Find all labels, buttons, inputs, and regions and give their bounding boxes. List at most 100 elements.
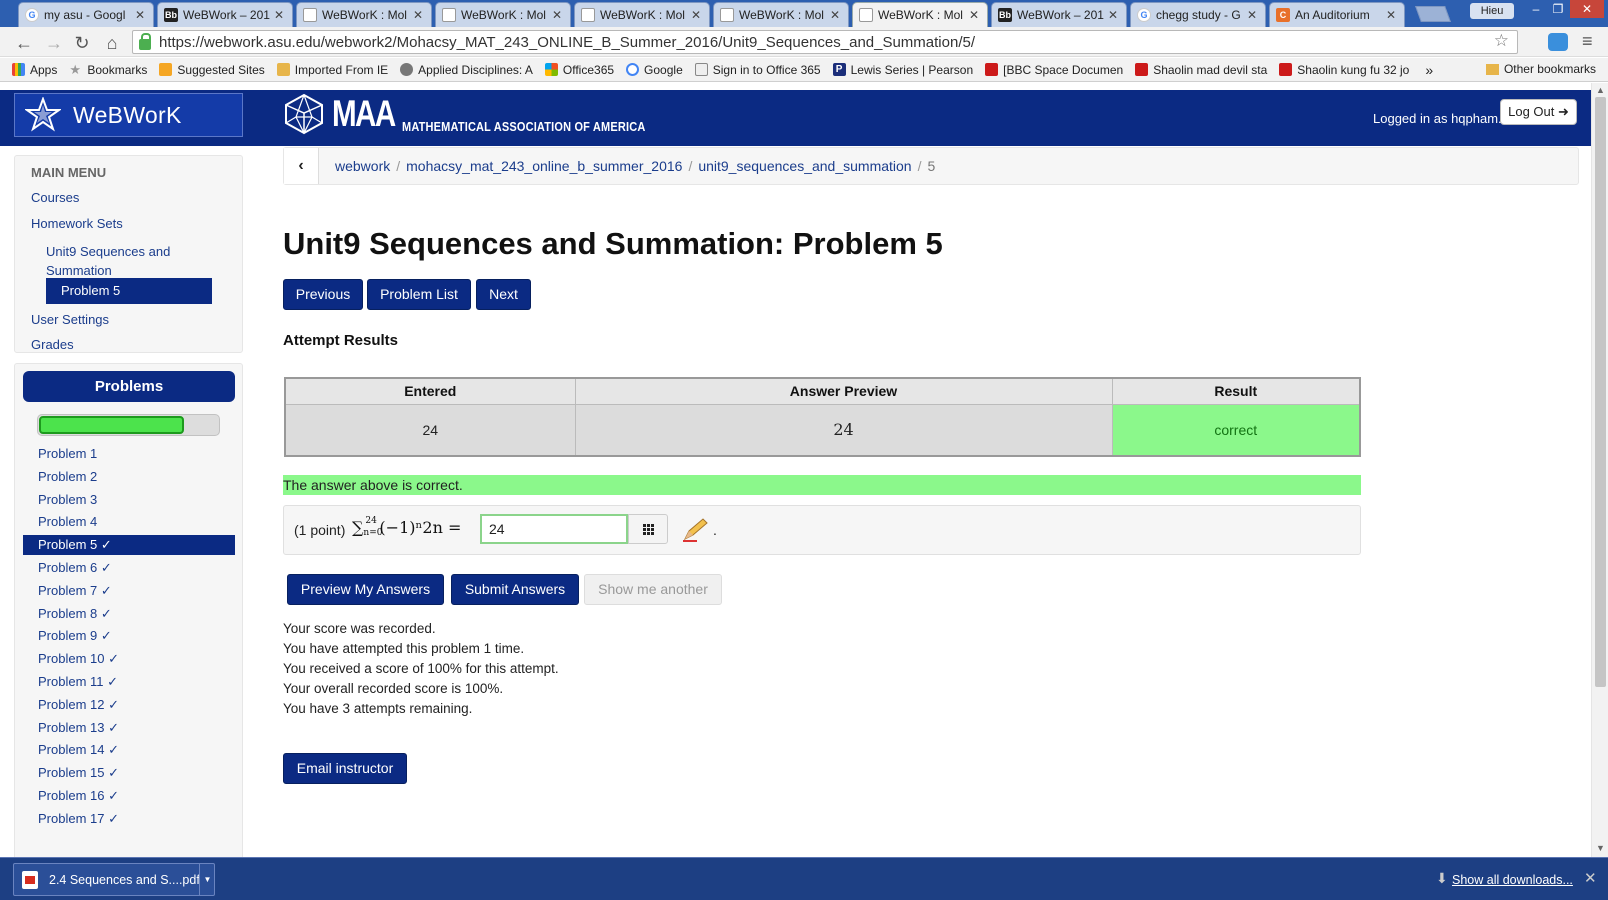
breadcrumb-separator: /: [396, 158, 401, 174]
menu-link-current-problem[interactable]: Problem 5: [46, 278, 212, 304]
browser-tab[interactable]: WeBWorK : Mol ✕: [296, 2, 432, 27]
browser-tab[interactable]: WeBWorK : Mol ✕: [852, 2, 988, 27]
bookmark-item[interactable]: Google: [626, 63, 683, 77]
browser-tab[interactable]: WeBWorK : Mol ✕: [435, 2, 571, 27]
new-tab-button[interactable]: [1415, 6, 1451, 22]
back-icon[interactable]: ←: [14, 33, 34, 53]
logout-button[interactable]: Log Out ➜: [1500, 99, 1577, 125]
menu-link-homework-sets[interactable]: Homework Sets: [31, 216, 123, 231]
download-item[interactable]: 2.4 Sequences and S....pdf ▼: [13, 863, 215, 896]
tab-title: chegg study - G: [1156, 8, 1241, 22]
answer-input[interactable]: [480, 514, 628, 544]
bookmark-item[interactable]: Sign in to Office 365: [694, 63, 821, 77]
problem-list-item[interactable]: Problem 6 ✓: [23, 558, 235, 578]
problem-list-item[interactable]: Problem 15 ✓: [23, 763, 235, 783]
problem-list-item[interactable]: Problem 3: [23, 490, 235, 510]
scroll-up-icon[interactable]: ▲: [1596, 85, 1605, 95]
tab-close-icon[interactable]: ✕: [413, 8, 425, 22]
bookmark-star-icon[interactable]: ☆: [1494, 31, 1509, 51]
profile-name[interactable]: Hieu: [1470, 3, 1514, 19]
problem-list-item[interactable]: Problem 10 ✓: [23, 649, 235, 669]
browser-tab[interactable]: Gmy asu - Googl ✕: [18, 2, 154, 27]
bookmarks-overflow-button[interactable]: »: [1425, 62, 1433, 78]
other-bookmarks[interactable]: Other bookmarks: [1485, 62, 1596, 76]
reload-icon[interactable]: ↻: [72, 33, 92, 53]
bookmark-item[interactable]: Imported From IE: [276, 63, 388, 77]
breadcrumb-link[interactable]: unit9_sequences_and_summation: [698, 158, 911, 174]
bookmark-item[interactable]: Apps: [12, 63, 57, 77]
problem-list-item[interactable]: Problem 8 ✓: [23, 604, 235, 624]
problem-list-item[interactable]: Problem 7 ✓: [23, 581, 235, 601]
scroll-thumb[interactable]: [1595, 97, 1606, 687]
bookmark-item[interactable]: Office365: [544, 63, 614, 77]
problem-list-item[interactable]: Problem 11 ✓: [23, 672, 235, 692]
bookmark-item[interactable]: P Lewis Series | Pearson: [832, 63, 973, 77]
browser-tab[interactable]: Bb WeBWork – 201 ✕: [157, 2, 293, 27]
bookmark-label: Bookmarks: [87, 62, 148, 77]
close-icon[interactable]: ✕: [1584, 869, 1597, 887]
browser-tab[interactable]: WeBWorK : Mol ✕: [574, 2, 710, 27]
tab-close-icon[interactable]: ✕: [1386, 8, 1398, 22]
tab-close-icon[interactable]: ✕: [135, 8, 147, 22]
email-instructor-button[interactable]: Email instructor: [283, 753, 407, 784]
chevron-left-icon[interactable]: ‹: [284, 148, 319, 184]
preview-answers-button[interactable]: Preview My Answers: [287, 574, 444, 605]
tab-close-icon[interactable]: ✕: [691, 8, 703, 22]
url-text: https://webwork.asu.edu/webwork2/Mohacsy…: [159, 33, 976, 51]
tab-close-icon[interactable]: ✕: [1247, 8, 1259, 22]
problem-list-item[interactable]: Problem 4: [23, 512, 235, 532]
bookmark-item[interactable]: Applied Disciplines: A: [400, 63, 533, 77]
bookmark-item[interactable]: Shaolin mad devil sta: [1135, 63, 1267, 77]
page-scrollbar[interactable]: ▲ ▼: [1591, 83, 1608, 857]
problem-list-item[interactable]: Problem 14 ✓: [23, 740, 235, 760]
tab-close-icon[interactable]: ✕: [1108, 8, 1120, 22]
tab-close-icon[interactable]: ✕: [552, 8, 564, 22]
browser-tab[interactable]: Bb WeBWork – 201 ✕: [991, 2, 1127, 27]
cloud-extension-icon[interactable]: [1548, 33, 1568, 51]
problem-list-item[interactable]: Problem 17 ✓: [23, 809, 235, 829]
submit-answers-button[interactable]: Submit Answers: [451, 574, 579, 605]
close-window-icon[interactable]: ✕: [1570, 0, 1604, 18]
bookmark-item[interactable]: [BBC Space Documen: [985, 63, 1123, 77]
problem-list-item[interactable]: Problem 12 ✓: [23, 695, 235, 715]
main-menu: MAIN MENU Courses Homework Sets Unit9 Se…: [14, 155, 243, 353]
restore-icon[interactable]: ❐: [1548, 0, 1568, 18]
problem-list-item[interactable]: Problem 2: [23, 467, 235, 487]
previous-button[interactable]: Previous: [283, 279, 363, 310]
breadcrumb-link[interactable]: mohacsy_mat_243_online_b_summer_2016: [406, 158, 682, 174]
address-bar[interactable]: https://webwork.asu.edu/webwork2/Mohacsy…: [132, 30, 1518, 54]
next-button[interactable]: Next: [476, 279, 531, 310]
problem-list-item[interactable]: Problem 9 ✓: [23, 626, 235, 646]
bookmark-item[interactable]: ★ Bookmarks: [69, 63, 147, 77]
problem-list-item[interactable]: Problem 1: [23, 444, 235, 464]
browser-tab[interactable]: C An Auditorium ✕: [1269, 2, 1405, 27]
menu-link-courses[interactable]: Courses: [31, 190, 79, 205]
menu-link-user-settings[interactable]: User Settings: [31, 312, 109, 327]
tab-close-icon[interactable]: ✕: [969, 8, 981, 22]
problem-list-item[interactable]: Problem 16 ✓: [23, 786, 235, 806]
chevron-down-icon[interactable]: ▼: [199, 864, 215, 895]
score-line: You have attempted this problem 1 time.: [283, 641, 525, 656]
show-me-another-button[interactable]: Show me another: [584, 574, 722, 605]
browser-tab[interactable]: WeBWorK : Mol ✕: [713, 2, 849, 27]
webwork-brand[interactable]: WeBWorK: [14, 93, 243, 137]
bookmark-item[interactable]: Shaolin kung fu 32 jo: [1279, 63, 1409, 77]
minimize-icon[interactable]: –: [1526, 0, 1546, 18]
scroll-down-icon[interactable]: ▼: [1596, 843, 1605, 853]
tab-close-icon[interactable]: ✕: [274, 8, 286, 22]
show-all-downloads-link[interactable]: Show all downloads...: [1452, 873, 1573, 887]
problem-list-item[interactable]: Problem 5 ✓: [23, 535, 235, 556]
equation-keypad-button[interactable]: [628, 514, 668, 544]
pencil-icon[interactable]: [681, 517, 709, 543]
menu-link-set[interactable]: Unit9 Sequences and Summation: [46, 242, 196, 280]
problem-list-button[interactable]: Problem List: [367, 279, 471, 310]
browser-tab[interactable]: Gchegg study - G ✕: [1130, 2, 1266, 27]
menu-link-grades[interactable]: Grades: [31, 337, 74, 352]
tab-close-icon[interactable]: ✕: [830, 8, 842, 22]
problem-list-item[interactable]: Problem 13 ✓: [23, 718, 235, 738]
home-icon[interactable]: ⌂: [102, 33, 122, 53]
breadcrumb-link[interactable]: webwork: [335, 158, 390, 174]
forward-icon[interactable]: →: [44, 33, 64, 53]
chrome-menu-icon[interactable]: ≡: [1582, 31, 1593, 52]
bookmark-item[interactable]: Suggested Sites: [159, 63, 265, 77]
